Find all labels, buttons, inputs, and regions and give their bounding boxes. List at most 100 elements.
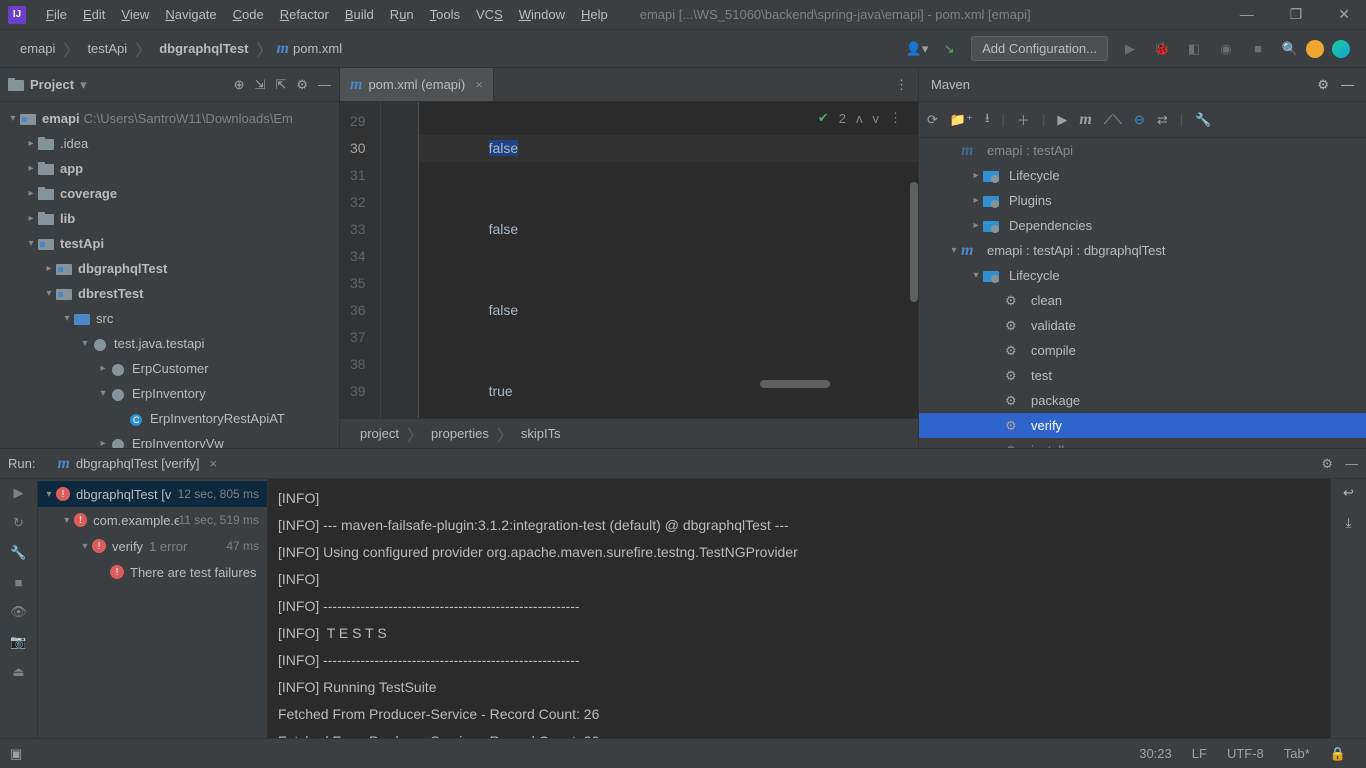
hide-icon[interactable]: — (1345, 456, 1358, 471)
add-configuration-button[interactable]: Add Configuration... (971, 36, 1108, 61)
hide-icon[interactable]: — (1341, 77, 1354, 92)
rerun-icon[interactable]: ▶ (14, 485, 24, 501)
menu-help[interactable]: Help (573, 7, 616, 22)
caret-position[interactable]: 30:23 (1129, 746, 1182, 761)
menu-edit[interactable]: Edit (75, 7, 113, 22)
ide-update-icon[interactable] (1306, 40, 1324, 58)
tree-node[interactable]: .idea (0, 131, 339, 156)
run-icon[interactable]: ▶ (1116, 35, 1144, 63)
maven-node[interactable]: Dependencies (919, 213, 1366, 238)
toggle-offline-icon[interactable]: ⟋⟍ (1104, 112, 1122, 128)
scrollbar-horizontal[interactable] (760, 380, 830, 388)
maven-node[interactable]: memapi : testApi : dbgraphqlTest (919, 238, 1366, 263)
toggle-skip-tests-icon[interactable]: ⊖ (1134, 112, 1145, 128)
scroll-to-end-icon[interactable]: ⤓ (1346, 515, 1352, 531)
tree-node[interactable]: CErpInventoryRestApiAT (0, 406, 339, 431)
inspection-check-icon[interactable]: ✔ (818, 110, 829, 126)
tree-node[interactable]: ErpInventory (0, 381, 339, 406)
maven-node[interactable]: ⚙clean (919, 288, 1366, 313)
project-tree[interactable]: emapi C:\Users\SantroW11\Downloads\Em .i… (0, 102, 339, 448)
profile-icon[interactable]: ◉ (1212, 35, 1240, 63)
hammer-icon[interactable]: ↘ (935, 35, 963, 63)
menu-window[interactable]: Window (511, 7, 573, 22)
maximize-icon[interactable]: ❐ (1282, 6, 1311, 23)
tool-windows-icon[interactable]: ▣ (10, 746, 22, 762)
reload-icon[interactable]: ⟳ (927, 112, 938, 128)
inspection-more-icon[interactable]: ⋮ (889, 110, 902, 126)
breadcrumb[interactable]: pom.xml (289, 41, 346, 56)
test-node[interactable]: !com.example.e11 sec, 519 ms (38, 507, 267, 533)
test-node[interactable]: !There are test failures (38, 559, 267, 585)
maven-node[interactable]: Plugins (919, 188, 1366, 213)
stop-icon[interactable]: ■ (15, 575, 23, 590)
maven-node[interactable]: Lifecycle (919, 263, 1366, 288)
line-separator[interactable]: LF (1182, 746, 1217, 761)
close-icon[interactable]: ✕ (1330, 6, 1358, 23)
hide-icon[interactable]: — (318, 77, 331, 93)
scrollbar-vertical[interactable] (910, 182, 918, 302)
project-header-label[interactable]: Project (30, 77, 74, 92)
generate-sources-icon[interactable]: 📁⁺ (950, 112, 973, 128)
breadcrumb[interactable]: emapi (16, 41, 59, 56)
tree-node[interactable]: dbrestTest (0, 281, 339, 306)
tree-node[interactable]: ErpInventoryVw (0, 431, 339, 448)
collapse-all-icon[interactable]: ⇱ (275, 77, 286, 93)
tree-node[interactable]: lib (0, 206, 339, 231)
maven-settings-icon[interactable]: 🔧 (1195, 112, 1211, 128)
tree-node[interactable]: ErpCustomer (0, 356, 339, 381)
coverage-icon[interactable]: ◧ (1180, 35, 1208, 63)
project-root[interactable]: emapi C:\Users\SantroW11\Downloads\Em (0, 106, 339, 131)
maven-node[interactable]: ⚙package (919, 388, 1366, 413)
stop-icon[interactable]: ■ (1244, 35, 1272, 63)
file-encoding[interactable]: UTF-8 (1217, 746, 1274, 761)
tree-node[interactable]: test.java.testapi (0, 331, 339, 356)
console-output[interactable]: [INFO][INFO] --- maven-failsafe-plugin:3… (268, 479, 1330, 738)
jetbrains-toolbox-icon[interactable] (1332, 40, 1350, 58)
tree-node[interactable]: dbgraphqlTest (0, 256, 339, 281)
settings-icon[interactable]: ⚙ (296, 77, 308, 93)
tree-node[interactable]: testApi (0, 231, 339, 256)
breadcrumb[interactable]: testApi (83, 41, 131, 56)
download-sources-icon[interactable]: ⭳ (985, 109, 990, 131)
editor-breadcrumbs[interactable]: project 〉 properties 〉 skipITs (340, 418, 918, 448)
expand-all-icon[interactable]: ⇲ (255, 77, 266, 93)
close-tab-icon[interactable]: × (475, 77, 483, 92)
menu-build[interactable]: Build (337, 7, 382, 22)
execute-maven-icon[interactable]: m (1079, 111, 1091, 129)
minimize-icon[interactable]: — (1232, 6, 1262, 23)
chevron-down-icon[interactable]: ▾ (80, 77, 87, 93)
select-opened-icon[interactable]: ⊕ (234, 77, 245, 93)
toggle-auto-test-icon[interactable]: 🔧 (10, 545, 26, 561)
test-node[interactable]: !dbgraphqlTest [v12 sec, 805 ms (38, 481, 267, 507)
maven-node[interactable]: memapi : testApi (919, 138, 1366, 163)
menu-file[interactable]: File (38, 7, 75, 22)
maven-node[interactable]: ⚙verify (919, 413, 1366, 438)
run-maven-icon[interactable]: ▶ (1057, 112, 1067, 128)
menu-refactor[interactable]: Refactor (272, 7, 337, 22)
menu-view[interactable]: View (113, 7, 157, 22)
user-icon[interactable]: 👤▾ (903, 35, 931, 63)
rerun-failed-icon[interactable]: ↻ (13, 515, 24, 531)
prev-highlight-icon[interactable]: ʌ (856, 111, 863, 126)
maven-node[interactable]: ⚙validate (919, 313, 1366, 338)
search-icon[interactable]: 🔍 (1276, 35, 1304, 63)
dump-threads-icon[interactable]: 📷 (10, 634, 26, 650)
test-node[interactable]: !verify1 error47 ms (38, 533, 267, 559)
exit-icon[interactable]: ⏏ (12, 664, 24, 680)
maven-node[interactable]: Lifecycle (919, 163, 1366, 188)
maven-tree[interactable]: memapi : testApiLifecyclePluginsDependen… (919, 138, 1366, 448)
maven-node[interactable]: ⚙install (919, 438, 1366, 448)
soft-wrap-icon[interactable]: ↩ (1343, 485, 1354, 501)
maven-node[interactable]: ⚙compile (919, 338, 1366, 363)
test-tree[interactable]: !dbgraphqlTest [v12 sec, 805 ms!com.exam… (38, 479, 268, 738)
add-project-icon[interactable]: ＋ (1017, 110, 1030, 129)
menu-navigate[interactable]: Navigate (157, 7, 224, 22)
more-icon[interactable]: ⋮ (895, 77, 908, 93)
breadcrumb[interactable]: dbgraphqlTest (155, 41, 252, 56)
editor-tab[interactable]: m pom.xml (emapi) × (340, 68, 494, 101)
maven-node[interactable]: ⚙test (919, 363, 1366, 388)
run-tab[interactable]: m dbgraphqlTest [verify] × (47, 449, 227, 478)
read-only-icon[interactable]: 🔒 (1320, 746, 1356, 762)
menu-tools[interactable]: Tools (422, 7, 468, 22)
menu-code[interactable]: Code (225, 7, 272, 22)
